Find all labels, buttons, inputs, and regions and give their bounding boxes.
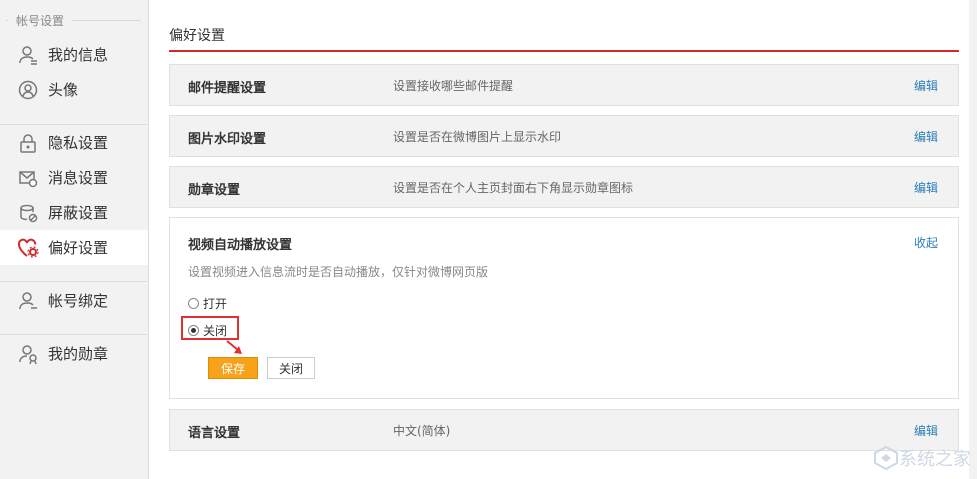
sidebar-item-medals[interactable]: 我的勋章	[0, 336, 147, 371]
sidebar: 帐号设置 我的信息 头像 隐私设置 消息设置 屏蔽设置 偏好设置 帐号绑定 我的…	[0, 0, 149, 479]
setting-name: 图片水印设置	[188, 132, 267, 147]
setting-hint: 设置视频进入信息流时是否自动播放，仅针对微博网页版	[188, 265, 489, 279]
sidebar-item-my-info[interactable]: 我的信息	[0, 37, 147, 72]
lock-icon	[17, 132, 39, 154]
sidebar-section-title: 帐号设置	[0, 0, 147, 40]
sidebar-item-preferences[interactable]: 偏好设置	[0, 230, 148, 265]
sidebar-item-label: 帐号绑定	[48, 292, 109, 310]
setting-desc: 设置是否在微博图片上显示水印	[393, 130, 562, 144]
account-bind-icon	[17, 290, 39, 312]
edit-link[interactable]: 编辑	[914, 179, 938, 196]
watermark-text: 系统之家	[899, 449, 971, 470]
main-panel: 偏好设置 邮件提醒设置 设置接收哪些邮件提醒 编辑 图片水印设置 设置是否在微博…	[149, 0, 969, 479]
sidebar-item-avatar[interactable]: 头像	[0, 72, 147, 107]
sidebar-divider	[0, 334, 147, 335]
sidebar-item-label: 屏蔽设置	[48, 204, 109, 222]
page-title: 偏好设置	[169, 28, 225, 44]
setting-desc: 设置是否在个人主页封面右下角显示勋章图标	[393, 181, 634, 195]
annotation-arrow-icon	[226, 340, 242, 354]
setting-name: 视频自动播放设置	[188, 238, 293, 253]
sidebar-item-label: 消息设置	[48, 169, 109, 187]
setting-row-medal: 勋章设置 设置是否在个人主页封面右下角显示勋章图标 编辑	[169, 166, 959, 208]
sidebar-divider	[0, 281, 147, 282]
setting-row-video-autoplay: 视频自动播放设置 收起 设置视频进入信息流时是否自动播放，仅针对微博网页版 打开…	[169, 217, 959, 399]
radio-option-off[interactable]: 关闭	[188, 322, 227, 339]
watermark: 系统之家	[873, 445, 971, 471]
edit-link[interactable]: 编辑	[914, 128, 938, 145]
collapse-link[interactable]: 收起	[914, 234, 938, 251]
setting-desc: 设置接收哪些邮件提醒	[393, 79, 514, 93]
heart-gear-icon	[17, 237, 39, 259]
radio-button-checked[interactable]	[188, 325, 199, 336]
edit-link[interactable]: 编辑	[914, 422, 938, 439]
avatar-icon	[17, 79, 39, 101]
sidebar-item-label: 头像	[48, 81, 79, 99]
save-button[interactable]: 保存	[208, 357, 258, 379]
radio-button[interactable]	[188, 298, 199, 309]
radio-label: 打开	[203, 297, 228, 311]
block-icon	[17, 202, 39, 224]
sidebar-item-label: 我的勋章	[48, 345, 109, 363]
setting-name: 语言设置	[188, 426, 241, 441]
setting-name: 邮件提醒设置	[188, 81, 267, 96]
close-button[interactable]: 关闭	[267, 357, 315, 379]
setting-desc: 中文(简体)	[393, 424, 451, 438]
setting-row-watermark: 图片水印设置 设置是否在微博图片上显示水印 编辑	[169, 115, 959, 157]
user-info-icon	[17, 44, 39, 66]
sidebar-item-label: 隐私设置	[48, 134, 109, 152]
sidebar-item-messages[interactable]: 消息设置	[0, 160, 147, 195]
watermark-logo-icon	[874, 445, 898, 471]
sidebar-item-label: 偏好设置	[48, 239, 109, 257]
sidebar-item-account-bind[interactable]: 帐号绑定	[0, 283, 147, 318]
edit-link[interactable]: 编辑	[914, 77, 938, 94]
title-underline	[169, 50, 959, 52]
medal-icon	[17, 343, 39, 365]
setting-row-language: 语言设置 中文(简体) 编辑	[169, 409, 959, 451]
setting-row-email: 邮件提醒设置 设置接收哪些邮件提醒 编辑	[169, 64, 959, 106]
sidebar-item-label: 我的信息	[48, 46, 109, 64]
sidebar-section-label: 帐号设置	[8, 12, 73, 29]
message-icon	[17, 167, 39, 189]
sidebar-item-block[interactable]: 屏蔽设置	[0, 195, 147, 230]
sidebar-item-privacy[interactable]: 隐私设置	[0, 125, 147, 160]
radio-option-on[interactable]: 打开	[188, 295, 227, 312]
setting-name: 勋章设置	[188, 183, 241, 198]
radio-label: 关闭	[203, 324, 228, 338]
